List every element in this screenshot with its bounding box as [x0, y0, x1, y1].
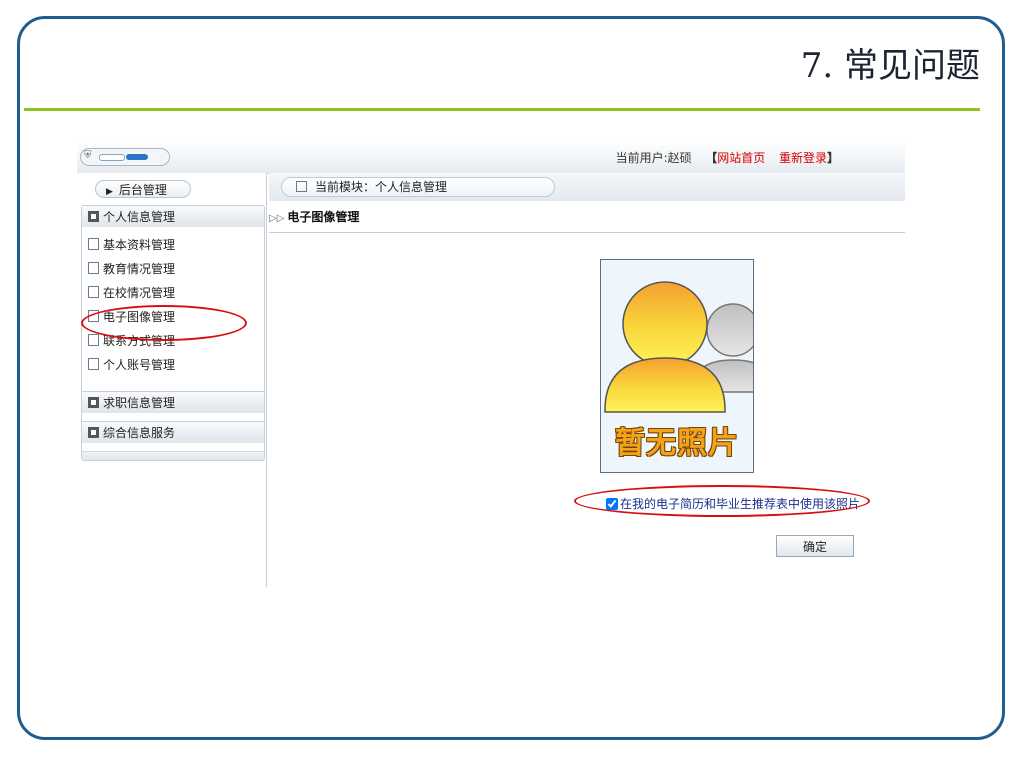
panel-footer [82, 451, 264, 460]
collapse-square-icon [88, 427, 99, 438]
module-icon [296, 181, 307, 192]
current-user-prefix: 当前用户: [615, 151, 668, 165]
site-logo: ⛨ [80, 148, 170, 166]
sidebar-section-general-services[interactable]: 综合信息服务 [82, 421, 264, 443]
highlight-ellipse-sidebar [81, 305, 247, 341]
document-icon [88, 334, 99, 346]
document-icon [88, 262, 99, 274]
section-title: 电子图像管理 [287, 210, 360, 224]
breadcrumb-text: 当前模块：个人信息管理 [315, 180, 448, 194]
logo-bar-outline [99, 154, 125, 161]
sidebar-section-job-info[interactable]: 求职信息管理 [82, 391, 264, 413]
sidebar-item-label: 基本资料管理 [103, 238, 176, 252]
sidebar-item-label: 个人账号管理 [103, 358, 176, 372]
admin-header-pill[interactable]: ▶ 后台管理 [95, 180, 191, 198]
document-icon [88, 286, 99, 298]
sidebar-item-basic-info[interactable]: 基本资料管理 [88, 236, 175, 253]
sidebar-item-label: 教育情况管理 [103, 262, 176, 276]
sidebar-section-label: 求职信息管理 [103, 396, 176, 410]
photo-preview: 暂无照片 [600, 259, 754, 473]
no-photo-text: 暂无照片 [615, 426, 739, 461]
sidebar-header: ▶ 后台管理 [85, 178, 263, 202]
bracket-open: 【 [705, 151, 718, 165]
title-divider [24, 108, 980, 111]
collapse-square-icon [88, 397, 99, 408]
highlight-ellipse-checkbox [574, 485, 870, 517]
main-content: 当前模块：个人信息管理 ▷▷ 电子图像管理 暂无照片 在我的电子简历和毕业生推荐… [269, 173, 905, 587]
sidebar-section-personal-info[interactable]: 个人信息管理 [82, 205, 264, 227]
relogin-link[interactable]: 重新登录 [779, 151, 827, 165]
lock-icon: ⛨ [84, 150, 92, 161]
sidebar-item-account[interactable]: 个人账号管理 [88, 356, 175, 373]
double-arrow-icon: ▷▷ [269, 213, 285, 224]
sidebar-section-label: 综合信息服务 [103, 426, 176, 440]
bracket-close: 】 [826, 151, 839, 165]
breadcrumb: 当前模块：个人信息管理 [281, 177, 555, 197]
admin-header-label: 后台管理 [118, 183, 167, 197]
sidebar-item-label: 在校情况管理 [103, 286, 176, 300]
sidebar-section-label: 个人信息管理 [103, 210, 176, 224]
collapse-square-icon [88, 211, 99, 222]
top-bar: ⛨ 当前用户:赵硕 【网站首页 重新登录】 [77, 141, 905, 174]
home-link[interactable]: 网站首页 [717, 151, 765, 165]
sidebar-item-education[interactable]: 教育情况管理 [88, 260, 175, 277]
current-user-name: 赵硕 [667, 151, 692, 165]
logo-bar-fill [126, 154, 148, 160]
document-icon [88, 238, 99, 250]
play-icon: ▶ [106, 187, 113, 197]
current-user-line: 当前用户:赵硕 【网站首页 重新登录】 [616, 149, 839, 166]
sidebar: ▶ 后台管理 个人信息管理 基本资料管理 教育情况管理 在校情况管理 电子图像管理… [77, 173, 267, 587]
document-icon [88, 358, 99, 370]
sidebar-item-campus[interactable]: 在校情况管理 [88, 284, 175, 301]
section-title-bar: ▷▷ 电子图像管理 [269, 201, 905, 233]
module-bar: 当前模块：个人信息管理 [269, 173, 905, 202]
slide-title: 7. 常见问题 [800, 46, 980, 86]
confirm-button[interactable]: 确定 [776, 535, 854, 557]
app-screenshot: ⛨ 当前用户:赵硕 【网站首页 重新登录】 ▶ 后台管理 个人信息管理 基本资料管… [77, 141, 905, 587]
